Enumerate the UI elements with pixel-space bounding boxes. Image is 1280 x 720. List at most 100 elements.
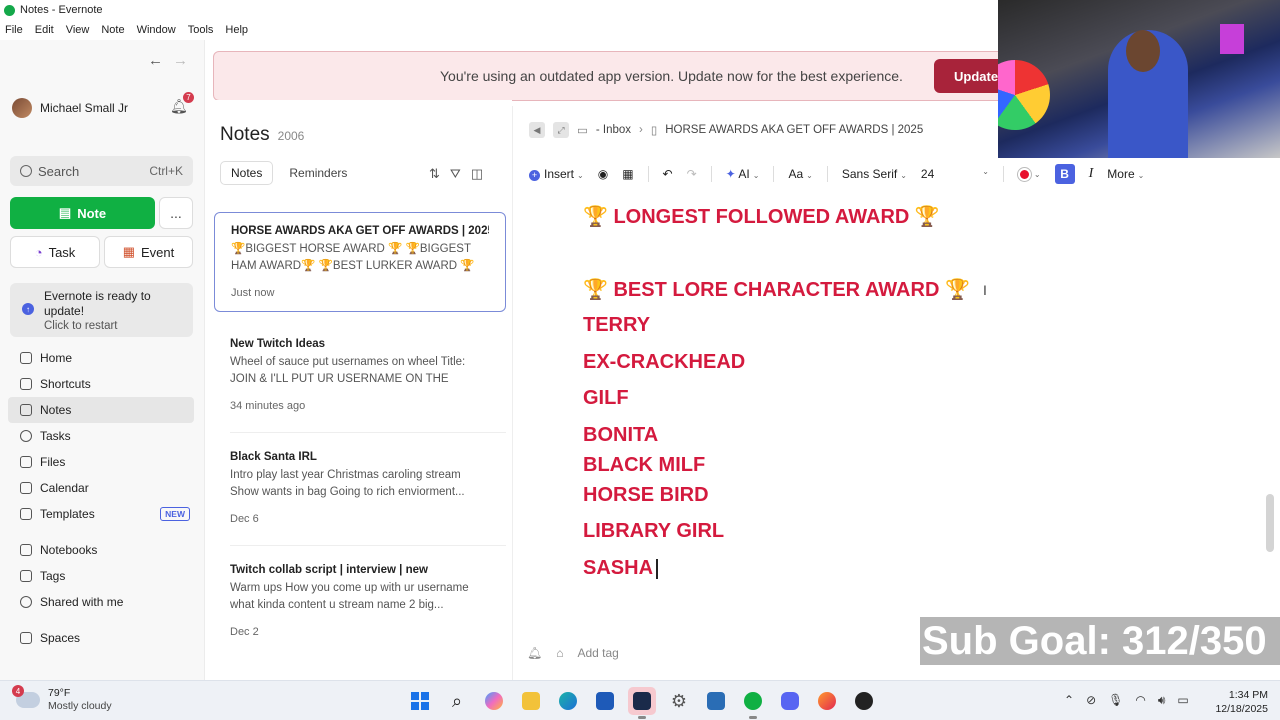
ibeam-cursor-icon: I bbox=[983, 282, 987, 298]
editor-scrollbar[interactable] bbox=[1266, 494, 1274, 552]
undo-icon[interactable]: ↶ bbox=[663, 167, 673, 181]
list-item[interactable]: Twitch collab script | interview | new W… bbox=[214, 552, 506, 650]
user-name: Michael Small Jr bbox=[40, 101, 129, 115]
new-event-label: Event bbox=[141, 244, 175, 260]
microphone-icon[interactable]: 🎙︎ bbox=[1108, 693, 1123, 708]
file-explorer-app[interactable] bbox=[517, 687, 545, 715]
note-editor: ◀ ⤢ ▭ - Inbox › ▯ HORSE AWARDS AKA GET O… bbox=[512, 106, 1280, 680]
menu-window[interactable]: Window bbox=[137, 24, 176, 36]
back-arrow-icon[interactable]: ← bbox=[148, 52, 163, 69]
list-item[interactable]: New Twitch Ideas Wheel of sauce put user… bbox=[214, 326, 506, 424]
italic-button[interactable]: I bbox=[1089, 166, 1094, 182]
wifi-icon[interactable]: ◠ bbox=[1135, 693, 1145, 708]
more-create-button[interactable]: ... bbox=[159, 197, 193, 229]
nominee-line: EX-CRACKHEAD bbox=[583, 351, 746, 373]
insert-button[interactable]: + Insert ⌄ bbox=[529, 167, 584, 181]
more-button[interactable]: More ⌄ bbox=[1107, 167, 1144, 181]
new-note-button[interactable]: ▤ Note bbox=[10, 197, 155, 229]
volume-icon[interactable]: 🔊︎ bbox=[1158, 693, 1166, 708]
list-item[interactable]: Black Santa IRL Intro play last year Chr… bbox=[214, 439, 506, 537]
note-preview: Wheel of sauce put usernames on wheel Ti… bbox=[230, 356, 466, 385]
new-event-button[interactable]: ▦ Event bbox=[104, 236, 193, 268]
store-icon bbox=[596, 692, 614, 710]
tab-reminders[interactable]: Reminders bbox=[279, 161, 357, 185]
new-task-button[interactable]: ◔ Task bbox=[10, 236, 100, 268]
monitor-icon bbox=[707, 692, 725, 710]
settings-app[interactable]: ⚙ bbox=[665, 687, 693, 715]
add-tag-input[interactable]: Add tag bbox=[577, 646, 618, 660]
menu-note[interactable]: Note bbox=[101, 24, 124, 36]
sidebar-item-shortcuts[interactable]: Shortcuts bbox=[8, 371, 194, 397]
editor-footer: 🔔︎ ⌂ Add tag bbox=[527, 646, 619, 660]
note-count: 2006 bbox=[277, 129, 305, 143]
redo-icon[interactable]: ↷ bbox=[687, 167, 697, 181]
bold-button[interactable]: B bbox=[1054, 164, 1075, 184]
breadcrumb-notebook[interactable]: - Inbox bbox=[596, 124, 631, 136]
copilot-app[interactable] bbox=[480, 687, 508, 715]
new-note-label: Note bbox=[77, 205, 107, 221]
store-app[interactable] bbox=[591, 687, 619, 715]
reminder-bell-icon[interactable]: 🔔︎ bbox=[527, 646, 542, 660]
menu-file[interactable]: File bbox=[5, 24, 23, 36]
sync-icon[interactable]: ⊘ bbox=[1086, 693, 1096, 708]
cloud-icon: 4 bbox=[12, 685, 40, 708]
calendar-icon[interactable]: ▦ bbox=[622, 167, 633, 181]
sidebar-item-notebooks[interactable]: Notebooks bbox=[8, 537, 194, 563]
view-options-icon[interactable]: ◫ bbox=[471, 166, 483, 182]
search-input[interactable]: Search Ctrl+K bbox=[10, 156, 193, 186]
media-app[interactable] bbox=[850, 687, 878, 715]
sidebar-item-files[interactable]: Files bbox=[8, 449, 194, 475]
sidebar-item-home[interactable]: Home bbox=[8, 345, 194, 371]
account-switcher[interactable]: Michael Small Jr bbox=[12, 98, 128, 118]
update-ready-card[interactable]: ↑ Evernote is ready to update! Click to … bbox=[10, 283, 193, 337]
firefox-app[interactable] bbox=[813, 687, 841, 715]
check-icon bbox=[20, 430, 32, 442]
text-color-button[interactable]: ⌄ bbox=[1017, 167, 1041, 181]
collapse-icon[interactable]: ◀ bbox=[529, 122, 545, 138]
start-button[interactable] bbox=[406, 687, 434, 715]
insert-label: Insert bbox=[544, 167, 575, 181]
discord-app[interactable] bbox=[776, 687, 804, 715]
color-swatch bbox=[1017, 167, 1031, 181]
remote-app[interactable] bbox=[702, 687, 730, 715]
firefox-icon bbox=[818, 692, 836, 710]
sidebar-item-tasks[interactable]: Tasks bbox=[8, 423, 194, 449]
checkbox-icon[interactable]: ◉ bbox=[598, 167, 608, 181]
menu-view[interactable]: View bbox=[66, 24, 90, 36]
outdated-version-banner: You're using an outdated app version. Up… bbox=[213, 51, 1024, 101]
tag-icon[interactable]: ⌂ bbox=[556, 646, 563, 660]
menu-edit[interactable]: Edit bbox=[35, 24, 54, 36]
notifications-button[interactable]: 🔔︎ 7 bbox=[170, 92, 194, 116]
filter-icon[interactable]: ⛛ bbox=[450, 166, 461, 182]
expand-icon[interactable]: ⤢ bbox=[553, 122, 569, 138]
chevron-up-icon[interactable]: ⌃ bbox=[1064, 693, 1074, 708]
evernote-logo-icon bbox=[4, 4, 15, 16]
menu-help[interactable]: Help bbox=[225, 24, 248, 36]
sidebar-item-shared[interactable]: Shared with me bbox=[8, 589, 194, 615]
weather-widget[interactable]: 4 79°F Mostly cloudy bbox=[12, 685, 112, 713]
forward-arrow-icon[interactable]: → bbox=[173, 52, 188, 69]
font-family-select[interactable]: Sans Serif ⌄ bbox=[842, 167, 907, 181]
battery-icon[interactable]: ▭ bbox=[1177, 693, 1188, 708]
sidebar-item-notes[interactable]: Notes bbox=[8, 397, 194, 423]
font-size-select[interactable]: 24 ⌄ bbox=[921, 167, 989, 181]
clock[interactable]: 1:34 PM 12/18/2025 bbox=[1208, 688, 1268, 716]
sidebar-item-tags[interactable]: Tags bbox=[8, 563, 194, 589]
note-title: Twitch collab script | interview | new bbox=[230, 564, 428, 576]
note-preview: Intro play last year Christmas caroling … bbox=[230, 469, 465, 498]
ai-button[interactable]: ✦ AI ⌄ bbox=[726, 167, 760, 181]
tab-notes[interactable]: Notes bbox=[220, 161, 274, 185]
sort-icon[interactable]: ⇅ bbox=[429, 166, 440, 182]
sidebar-item-spaces[interactable]: Spaces bbox=[8, 625, 194, 651]
text-style-button[interactable]: Aa ⌄ bbox=[788, 167, 812, 181]
calendar-icon: ▦ bbox=[122, 244, 136, 259]
obs-app[interactable] bbox=[628, 687, 656, 719]
editor-toolbar: + Insert ⌄ ◉ ▦ ↶ ↷ ✦ AI ⌄ Aa ⌄ Sans Serif ⌄ 2… bbox=[529, 164, 1144, 184]
menu-tools[interactable]: Tools bbox=[188, 24, 214, 36]
edge-app[interactable] bbox=[554, 687, 582, 715]
sidebar-item-templates[interactable]: Templates NEW bbox=[8, 501, 194, 527]
evernote-app[interactable] bbox=[739, 687, 767, 719]
list-item[interactable]: HORSE AWARDS AKA GET OFF AWARDS | 2025 🏆… bbox=[214, 212, 506, 312]
sidebar-item-calendar[interactable]: Calendar bbox=[8, 475, 194, 501]
search-taskbar-button[interactable]: ⌕ bbox=[443, 687, 471, 715]
